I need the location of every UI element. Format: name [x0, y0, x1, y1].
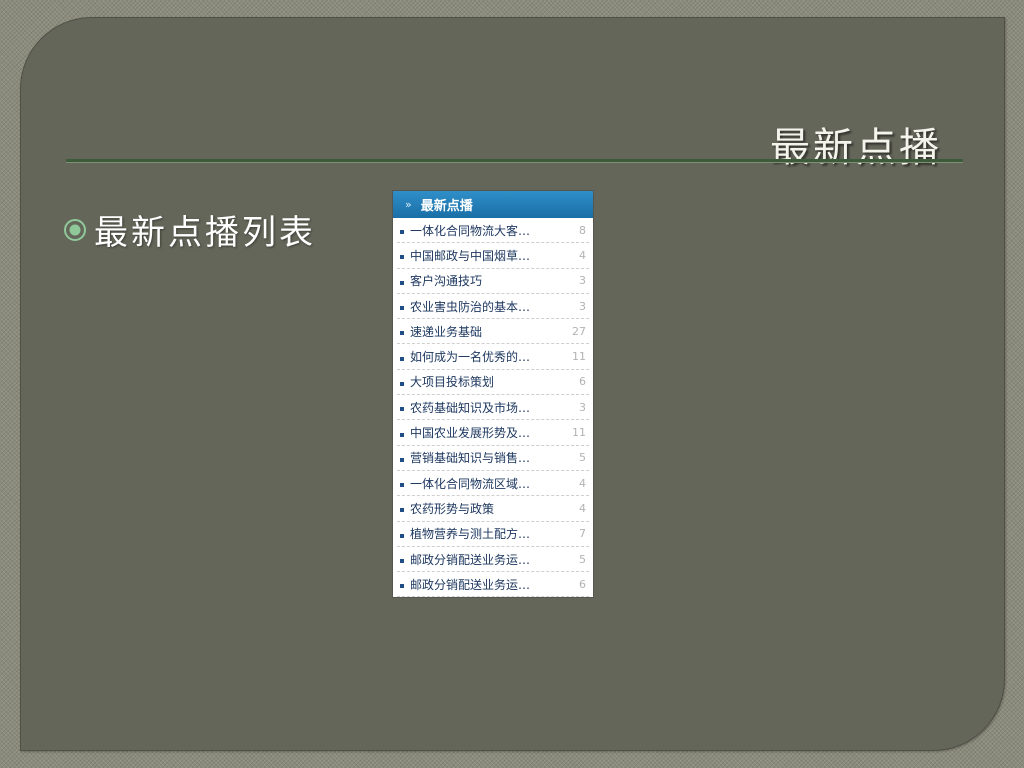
list-item-count: 5: [579, 552, 586, 566]
slide-title: 最新点播: [770, 125, 942, 171]
list-item-count: 4: [579, 476, 586, 490]
square-bullet-icon: [400, 280, 404, 285]
square-bullet-icon: [400, 381, 404, 386]
list-item-title[interactable]: 邮政分销配送业务运…: [410, 551, 564, 568]
list-item-count: 4: [579, 501, 586, 515]
list-item[interactable]: 中国农业发展形势及… 11: [397, 420, 589, 446]
list-item-title[interactable]: 大项目投标策划: [410, 373, 564, 390]
list-item[interactable]: 邮政分销配送业务运… 6: [397, 572, 589, 597]
list-item-title[interactable]: 农业害虫防治的基本…: [410, 298, 564, 315]
list-item[interactable]: 农药形势与政策 4: [397, 496, 589, 522]
list-item[interactable]: 植物营养与测土配方… 7: [397, 522, 589, 547]
slide: 最新点播 最新点播列表 » 最新点播 一体化合同物流大客… 8 中国邮政与中国烟草……: [20, 17, 1005, 751]
list-item-count: 7: [579, 527, 586, 541]
list-item-title[interactable]: 农药基础知识及市场…: [410, 399, 564, 416]
list-item[interactable]: 农药基础知识及市场… 3: [397, 395, 589, 421]
list-item-title[interactable]: 客户沟通技巧: [410, 272, 564, 289]
list-item-count: 5: [579, 451, 586, 465]
square-bullet-icon: [400, 230, 404, 235]
list-item-title[interactable]: 一体化合同物流大客…: [410, 222, 564, 239]
list-item-title[interactable]: 邮政分销配送业务运…: [410, 576, 564, 593]
list-item[interactable]: 如何成为一名优秀的… 11: [397, 344, 589, 370]
list-item[interactable]: 中国邮政与中国烟草… 4: [397, 243, 589, 269]
list-item[interactable]: 大项目投标策划 6: [397, 370, 589, 396]
list-item-count: 3: [579, 400, 586, 414]
list-item-count: 4: [579, 248, 586, 262]
latest-vod-widget: » 最新点播 一体化合同物流大客… 8 中国邮政与中国烟草… 4 客户沟通技巧 3 农业害虫…: [393, 191, 593, 597]
square-bullet-icon: [400, 508, 404, 513]
list-item-title[interactable]: 营销基础知识与销售…: [410, 449, 564, 466]
widget-title: 最新点播: [420, 199, 473, 214]
list-item-count: 6: [579, 577, 586, 591]
list-item[interactable]: 客户沟通技巧 3: [397, 269, 589, 294]
list-item-count: 11: [572, 426, 586, 440]
list-item-count: 3: [579, 274, 586, 288]
square-bullet-icon: [400, 533, 404, 538]
title-divider: [66, 159, 963, 163]
list-item-title[interactable]: 植物营养与测土配方…: [410, 525, 564, 542]
bullet-point: 最新点播列表: [62, 205, 316, 254]
list-item-title[interactable]: 农药形势与政策: [410, 500, 564, 517]
list-item-count: 3: [579, 299, 586, 313]
widget-header: » 最新点播: [393, 191, 593, 218]
list-item[interactable]: 营销基础知识与销售… 5: [397, 446, 589, 471]
square-bullet-icon: [400, 255, 404, 260]
list-item[interactable]: 一体化合同物流大客… 8: [397, 218, 589, 244]
list-item-title[interactable]: 如何成为一名优秀的…: [410, 348, 564, 365]
list-item[interactable]: 一体化合同物流区域… 4: [397, 471, 589, 497]
bullet-text: 最新点播列表: [94, 213, 316, 253]
list-item-title[interactable]: 中国农业发展形势及…: [410, 424, 564, 441]
square-bullet-icon: [400, 356, 404, 361]
list-item-title[interactable]: 速递业务基础: [410, 323, 564, 340]
square-bullet-icon: [400, 306, 404, 311]
square-bullet-icon: [400, 584, 404, 589]
list-item[interactable]: 邮政分销配送业务运… 5: [397, 547, 589, 573]
square-bullet-icon: [400, 407, 404, 412]
list-item-count: 11: [572, 350, 586, 364]
list-item-count: 8: [579, 223, 586, 237]
list-item-title[interactable]: 中国邮政与中国烟草…: [410, 247, 564, 264]
list-item-count: 27: [572, 324, 586, 338]
vod-list: 一体化合同物流大客… 8 中国邮政与中国烟草… 4 客户沟通技巧 3 农业害虫防治的基本… 3…: [393, 218, 593, 597]
square-bullet-icon: [400, 457, 404, 462]
square-bullet-icon: [400, 432, 404, 437]
double-chevron-right-icon: »: [405, 198, 412, 211]
list-item[interactable]: 农业害虫防治的基本… 3: [397, 294, 589, 320]
list-item[interactable]: 速递业务基础 27: [397, 319, 589, 345]
square-bullet-icon: [400, 331, 404, 336]
square-bullet-icon: [400, 559, 404, 563]
target-bullet-icon: [64, 218, 86, 241]
square-bullet-icon: [400, 483, 404, 488]
list-item-title[interactable]: 一体化合同物流区域…: [410, 475, 564, 492]
list-item-count: 6: [579, 375, 586, 389]
